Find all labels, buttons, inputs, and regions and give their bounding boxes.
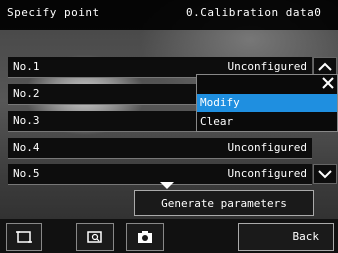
point-row-4[interactable]: No.4 Unconfigured bbox=[8, 138, 312, 159]
back-button[interactable]: Back bbox=[238, 223, 334, 251]
calibration-data-label: 0.Calibration data0 bbox=[186, 6, 322, 19]
generate-parameters-label: Generate parameters bbox=[161, 197, 287, 210]
point-status: Unconfigured bbox=[227, 60, 307, 73]
point-status: Unconfigured bbox=[227, 167, 307, 180]
chevron-down-icon bbox=[318, 170, 332, 179]
menu-item-label: Modify bbox=[200, 96, 240, 109]
point-number: No.4 bbox=[13, 141, 40, 154]
back-label: Back bbox=[292, 230, 320, 243]
frame-fit-icon bbox=[16, 231, 32, 243]
menu-item-modify[interactable]: Modify bbox=[197, 94, 337, 112]
point-status: Unconfigured bbox=[227, 141, 307, 154]
close-icon[interactable] bbox=[321, 76, 335, 90]
menu-item-clear[interactable]: Clear bbox=[197, 113, 337, 131]
point-number: No.3 bbox=[13, 114, 40, 127]
menu-item-label: Clear bbox=[200, 115, 234, 128]
point-number: No.2 bbox=[13, 87, 40, 100]
point-number: No.5 bbox=[13, 167, 40, 180]
camera-button[interactable] bbox=[126, 223, 164, 251]
header-bar: Specify point 0.Calibration data0 bbox=[0, 0, 338, 30]
page-title: Specify point bbox=[7, 6, 100, 19]
point-number: No.1 bbox=[13, 60, 40, 73]
context-menu: Modify Clear bbox=[196, 74, 338, 132]
camera-icon bbox=[138, 231, 152, 243]
triangle-down-icon bbox=[160, 182, 174, 189]
screen: Specify point 0.Calibration data0 No.1 U… bbox=[0, 0, 338, 253]
zoom-button[interactable] bbox=[76, 223, 114, 251]
frame-fit-button[interactable] bbox=[6, 223, 42, 251]
generate-parameters-button[interactable]: Generate parameters bbox=[134, 190, 314, 216]
scroll-down-button[interactable] bbox=[313, 164, 337, 184]
zoom-icon bbox=[87, 231, 102, 243]
